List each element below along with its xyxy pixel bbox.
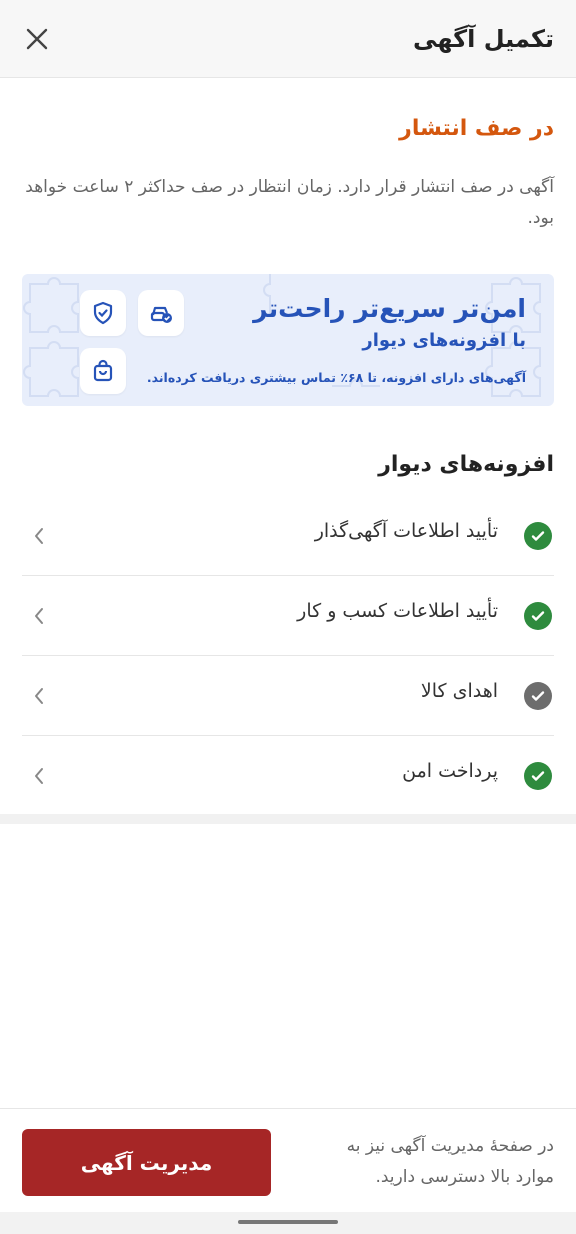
shopping-bag-icon [80,348,126,394]
bottom-action-bar: در صفحهٔ مدیریت آگهی نیز به موارد بالا د… [0,1108,576,1212]
car-verified-icon [138,290,184,336]
feature-item-secure-payment[interactable]: پرداخت امن [22,736,554,816]
shield-check-icon [80,290,126,336]
banner-title: امن‌تر سریع‌تر راحت‌تر [253,294,526,323]
manage-ad-button[interactable]: مدیریت آگهی [22,1129,271,1196]
system-nav-bar [0,1212,576,1234]
status-description: آگهی در صف انتشار قرار دارد. زمان انتظار… [25,177,554,228]
feature-item-business-verification[interactable]: تأیید اطلاعات کسب و کار [22,576,554,656]
status-title: در صف انتشار [399,116,554,141]
promo-banner[interactable]: امن‌تر سریع‌تر راحت‌تر با افزونه‌های دیو… [22,274,554,406]
close-icon [26,28,48,50]
chevron-left-icon [30,604,48,628]
feature-item-label: تأیید اطلاعات کسب و کار [297,600,498,622]
feature-item-label: اهدای کالا [420,680,498,702]
close-button[interactable] [22,24,52,54]
feature-item-label: تأیید اطلاعات آگهی‌گذار [314,520,498,542]
banner-note: آگهی‌های دارای افزونه، تا ۶۸٪ تماس بیشتر… [146,370,526,385]
section-divider [0,814,576,824]
bottom-hint-text: در صفحهٔ مدیریت آگهی نیز به موارد بالا د… [346,1136,554,1187]
check-circle-icon [524,602,552,630]
check-circle-icon [524,522,552,550]
page-title: تکمیل آگهی [413,24,554,53]
features-title: افزونه‌های دیوار [378,452,554,477]
feature-item-advertiser-verification[interactable]: تأیید اطلاعات آگهی‌گذار [22,496,554,576]
banner-subtitle: با افزونه‌های دیوار [362,330,526,351]
header: تکمیل آگهی [0,0,576,78]
chevron-left-icon [30,764,48,788]
check-circle-icon [524,682,552,710]
home-indicator[interactable] [238,1220,338,1224]
check-circle-icon [524,762,552,790]
feature-item-label: پرداخت امن [402,760,498,782]
chevron-left-icon [30,524,48,548]
chevron-left-icon [30,684,48,708]
features-list: تأیید اطلاعات آگهی‌گذار تأیید اطلاعات کس… [22,496,554,816]
feature-item-donate[interactable]: اهدای کالا [22,656,554,736]
